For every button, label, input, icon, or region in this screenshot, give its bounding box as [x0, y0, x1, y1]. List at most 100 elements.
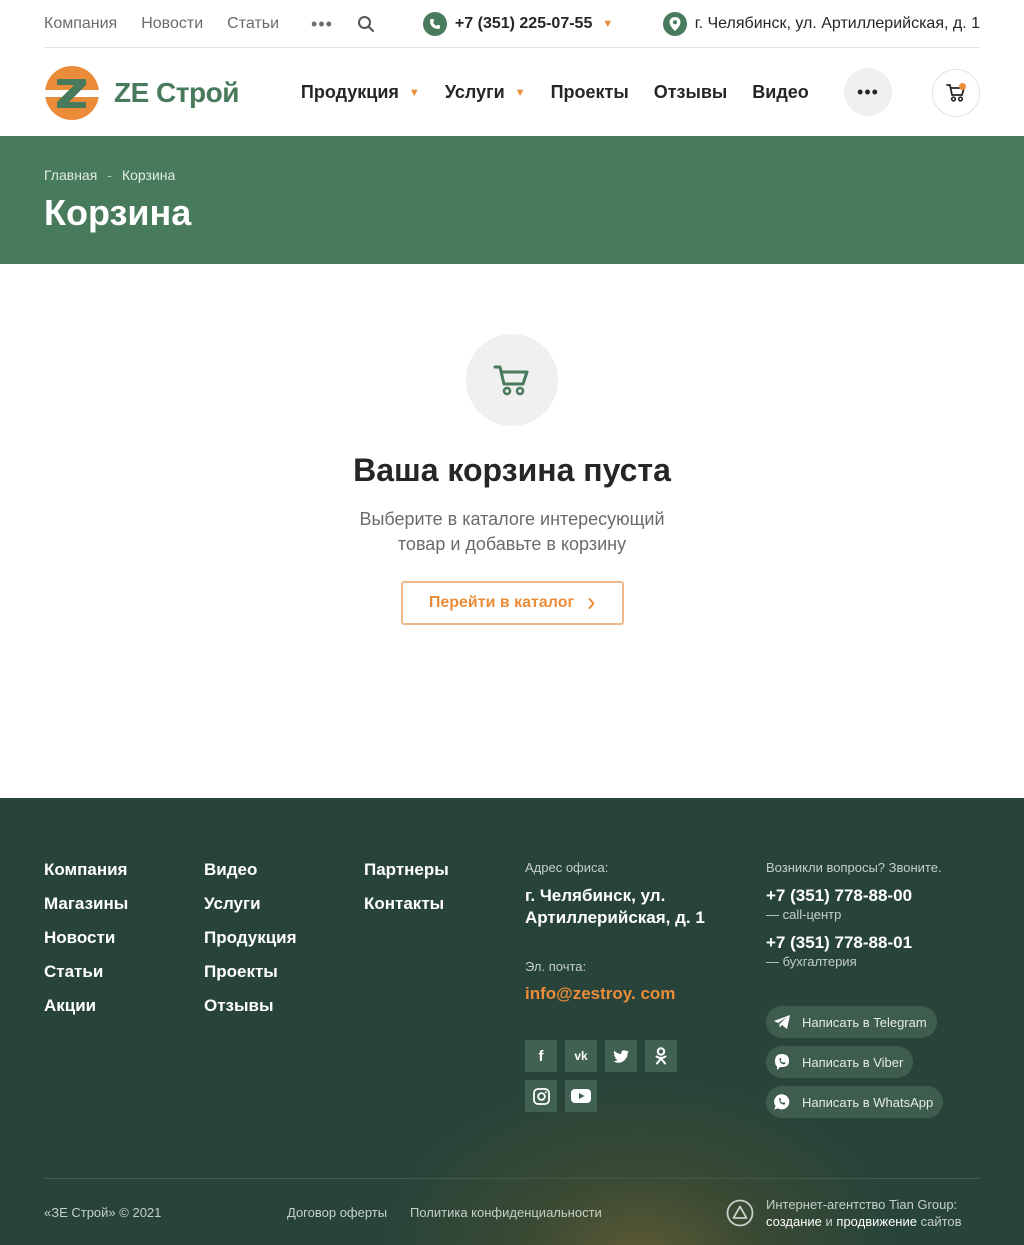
facebook-icon[interactable]: f: [525, 1040, 557, 1072]
breadcrumb-home[interactable]: Главная: [44, 167, 97, 183]
nav-products-label: Продукция: [300, 82, 399, 102]
cart-icon: [493, 365, 529, 396]
top-nav-company[interactable]: Компания: [44, 15, 117, 33]
main-nav: Продукция ▼ Услуги ▼ Проекты Отзывы Виде…: [301, 82, 809, 103]
office-address-line1: г. Челябинск, ул.: [525, 886, 666, 905]
footer-link-promotions[interactable]: Акции: [44, 996, 128, 1016]
footer-link-projects[interactable]: Проекты: [204, 962, 297, 982]
youtube-icon[interactable]: [565, 1080, 597, 1112]
logo[interactable]: ZE Строй: [44, 65, 239, 121]
breadcrumb-separator: -: [107, 167, 112, 183]
cart-button[interactable]: [932, 69, 980, 117]
chevron-right-icon: [588, 597, 595, 609]
empty-cart-title: Ваша корзина пуста: [353, 452, 671, 488]
whatsapp-icon: [770, 1090, 794, 1114]
questions-label: Возникли вопросы? Звоните.: [766, 860, 942, 875]
footer-link-video[interactable]: Видео: [204, 860, 297, 880]
empty-cart-text: Выберите в каталоге интересующий товар и…: [0, 507, 1024, 557]
telegram-button[interactable]: Написать в Telegram: [766, 1006, 937, 1038]
nav-products[interactable]: Продукция ▼: [301, 82, 420, 103]
footer-col-1: Компания Магазины Новости Статьи Акции: [44, 860, 128, 1016]
more-menu-button[interactable]: •••: [844, 68, 892, 116]
footer-link-partners[interactable]: Партнеры: [364, 860, 449, 880]
footer-link-services[interactable]: Услуги: [204, 894, 297, 914]
breadcrumb: Главная - Корзина: [44, 167, 175, 183]
footer-link-stores[interactable]: Магазины: [44, 894, 128, 914]
agency-credit[interactable]: Интернет-агентство Tian Group: создание …: [726, 1196, 962, 1230]
agency-line2: создание и продвижение сайтов: [766, 1213, 962, 1230]
logo-icon: [44, 65, 100, 120]
vk-icon[interactable]: vk: [565, 1040, 597, 1072]
odnoklassniki-icon[interactable]: [645, 1040, 677, 1072]
footer-divider: [44, 1178, 980, 1179]
agency-create: создание: [766, 1214, 822, 1229]
footer-link-contacts[interactable]: Контакты: [364, 894, 449, 914]
location-pin-icon: [662, 11, 687, 36]
whatsapp-button[interactable]: Написать в WhatsApp: [766, 1086, 944, 1118]
twitter-icon[interactable]: [605, 1040, 637, 1072]
nav-projects[interactable]: Проекты: [551, 82, 629, 103]
phone-callcenter[interactable]: +7 (351) 778-88-00: [766, 885, 942, 907]
footer: Компания Магазины Новости Статьи Акции В…: [0, 798, 1024, 1245]
footer-link-news[interactable]: Новости: [44, 928, 128, 948]
instagram-icon[interactable]: [525, 1080, 557, 1112]
telegram-label: Написать в Telegram: [802, 1014, 927, 1030]
nav-video[interactable]: Видео: [752, 82, 809, 103]
privacy-link[interactable]: Политика конфиденциальности: [410, 1205, 602, 1220]
agency-sites: сайтов: [916, 1214, 962, 1229]
search-icon[interactable]: [357, 15, 375, 33]
nav-services[interactable]: Услуги ▼: [445, 82, 526, 103]
footer-office: Адрес офиса: г. Челябинск, ул. Артиллери…: [525, 860, 705, 1004]
page-banner: Главная - Корзина Корзина: [0, 136, 1024, 264]
phone-accounting[interactable]: +7 (351) 778-88-01: [766, 932, 942, 954]
go-to-catalog-label: Перейти в каталог: [428, 594, 575, 611]
go-to-catalog-button[interactable]: Перейти в каталог: [400, 581, 624, 625]
empty-cart-text-line1: Выберите в каталоге интересующий: [359, 509, 665, 529]
email-link[interactable]: info@zestroy. com: [525, 984, 705, 1004]
top-nav-articles[interactable]: Статьи: [227, 15, 279, 33]
empty-cart-icon-circle: [466, 334, 558, 426]
agency-line1: Интернет-агентство Tian Group:: [766, 1197, 958, 1212]
top-bar: Компания Новости Статьи ••• +7 (351) 225…: [44, 0, 980, 48]
top-address-text: г. Челябинск, ул. Артиллерийская, д. 1: [694, 14, 980, 32]
cart-badge: [959, 83, 966, 90]
copyright: «ЗЕ Строй» © 2021: [44, 1205, 162, 1220]
phone-icon: [422, 11, 447, 36]
nav-reviews[interactable]: Отзывы: [654, 82, 728, 103]
breadcrumb-current: Корзина: [121, 167, 176, 183]
footer-link-products[interactable]: Продукция: [204, 928, 297, 948]
top-more-icon[interactable]: •••: [311, 15, 333, 33]
chevron-down-icon: ▼: [514, 86, 526, 99]
offer-link[interactable]: Договор оферты: [287, 1205, 387, 1220]
footer-link-reviews[interactable]: Отзывы: [204, 996, 297, 1016]
viber-button[interactable]: Написать в Viber: [766, 1046, 914, 1078]
top-nav: Компания Новости Статьи: [44, 15, 279, 33]
page-title: Корзина: [44, 192, 192, 233]
chevron-down-icon: ▼: [602, 17, 614, 30]
viber-label: Написать в Viber: [802, 1054, 904, 1070]
empty-cart-text-line2: товар и добавьте в корзину: [397, 534, 627, 554]
agency-promo: продвижение: [836, 1214, 917, 1229]
footer-col-2: Видео Услуги Продукция Проекты Отзывы: [204, 860, 297, 1016]
footer-link-articles[interactable]: Статьи: [44, 962, 128, 982]
top-phone[interactable]: +7 (351) 225-07-55 ▼: [422, 11, 614, 36]
top-phone-number: +7 (351) 225-07-55: [454, 14, 593, 32]
agency-logo-icon: [726, 1199, 754, 1227]
top-nav-news[interactable]: Новости: [141, 15, 203, 33]
phone-callcenter-note: — call-центр: [766, 907, 842, 922]
office-address: г. Челябинск, ул. Артиллерийская, д. 1: [525, 885, 705, 929]
top-address: г. Челябинск, ул. Артиллерийская, д. 1: [662, 11, 980, 36]
phone-accounting-note: — бухгалтерия: [766, 954, 857, 969]
chevron-down-icon: ▼: [408, 86, 420, 99]
whatsapp-label: Написать в WhatsApp: [802, 1094, 934, 1110]
telegram-icon: [770, 1010, 794, 1034]
office-address-line2: Артиллерийская, д. 1: [525, 908, 705, 927]
logo-text: ZE Строй: [114, 76, 239, 108]
agency-text: Интернет-агентство Tian Group: создание …: [766, 1196, 962, 1230]
office-label: Адрес офиса:: [525, 860, 609, 875]
agency-and: и: [821, 1214, 837, 1229]
main-header: ZE Строй Продукция ▼ Услуги ▼ Проекты От…: [44, 49, 980, 136]
social-links: f vk: [525, 1040, 677, 1112]
empty-cart: Ваша корзина пуста Выберите в каталоге и…: [0, 334, 1024, 625]
footer-link-company[interactable]: Компания: [44, 860, 128, 880]
